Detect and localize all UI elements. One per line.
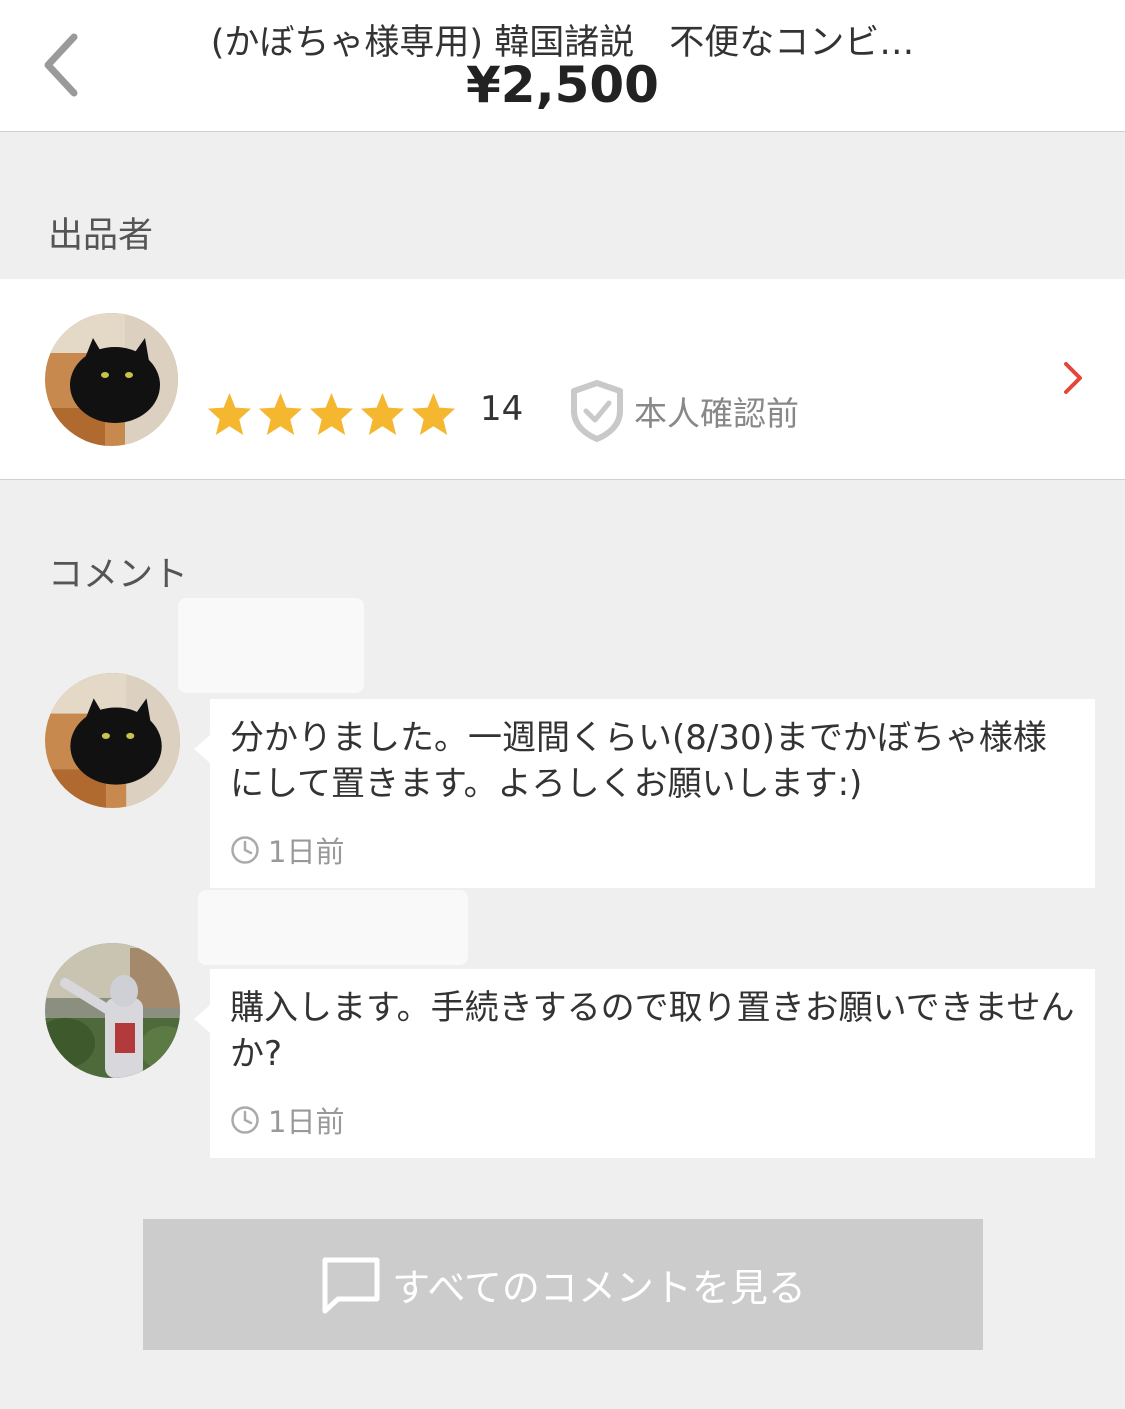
comment-text: 分かりました。一週間くらい(8/30)までかぼちゃ様様にして置きます。よろしくお… — [230, 718, 1047, 804]
comment-time-label: 1日前 — [268, 1105, 345, 1139]
star-icon — [360, 392, 405, 436]
comment-bubble: 分かりました。一週間くらい(8/30)までかぼちゃ様様にして置きます。よろしくお… — [194, 699, 1095, 888]
seller-rating-stars — [206, 391, 457, 436]
star-icon — [258, 392, 303, 436]
comments-heading: コメント — [48, 555, 189, 595]
comment-time: 1日前 — [230, 1099, 344, 1141]
view-all-comments-label: すべてのコメントを見る — [392, 1266, 806, 1310]
clock-icon — [231, 1106, 259, 1134]
commenter-avatar[interactable] — [45, 673, 180, 808]
seller-heading: 出品者 — [48, 216, 154, 256]
star-icon — [411, 392, 456, 436]
comment-time-label: 1日前 — [268, 835, 345, 869]
item-price: ¥2,500 — [466, 56, 659, 114]
view-all-comments-button[interactable]: すべてのコメントを見る — [143, 1219, 983, 1350]
commenter-avatar[interactable] — [45, 943, 180, 1078]
chevron-right-icon — [1064, 362, 1082, 394]
item-header: (かぼちゃ様専用) 韓国諸説 不便なコンビ… ¥2,500 — [0, 0, 1125, 132]
shield-check-icon — [571, 380, 623, 442]
star-icon — [309, 392, 354, 436]
clock-icon — [231, 836, 259, 864]
seller-avatar — [45, 313, 178, 446]
redacted-commenter-name — [178, 598, 364, 693]
comment-bubble: 購入します。手続きするので取り置きお願いできませんか? 1日前 — [194, 969, 1095, 1158]
seller-detail-chevron[interactable] — [1061, 359, 1085, 401]
verification-label: 本人確認前 — [634, 394, 799, 433]
redacted-commenter-name — [198, 890, 468, 965]
seller-card[interactable]: 14 本人確認前 — [0, 279, 1125, 480]
rating-count: 14 — [480, 389, 524, 429]
star-icon — [207, 392, 252, 436]
comment-time: 1日前 — [230, 829, 344, 871]
speech-bubble-icon — [322, 1257, 380, 1313]
comment-text: 購入します。手続きするので取り置きお願いできませんか? — [230, 988, 1075, 1074]
verification-status: 本人確認前 — [568, 379, 799, 443]
